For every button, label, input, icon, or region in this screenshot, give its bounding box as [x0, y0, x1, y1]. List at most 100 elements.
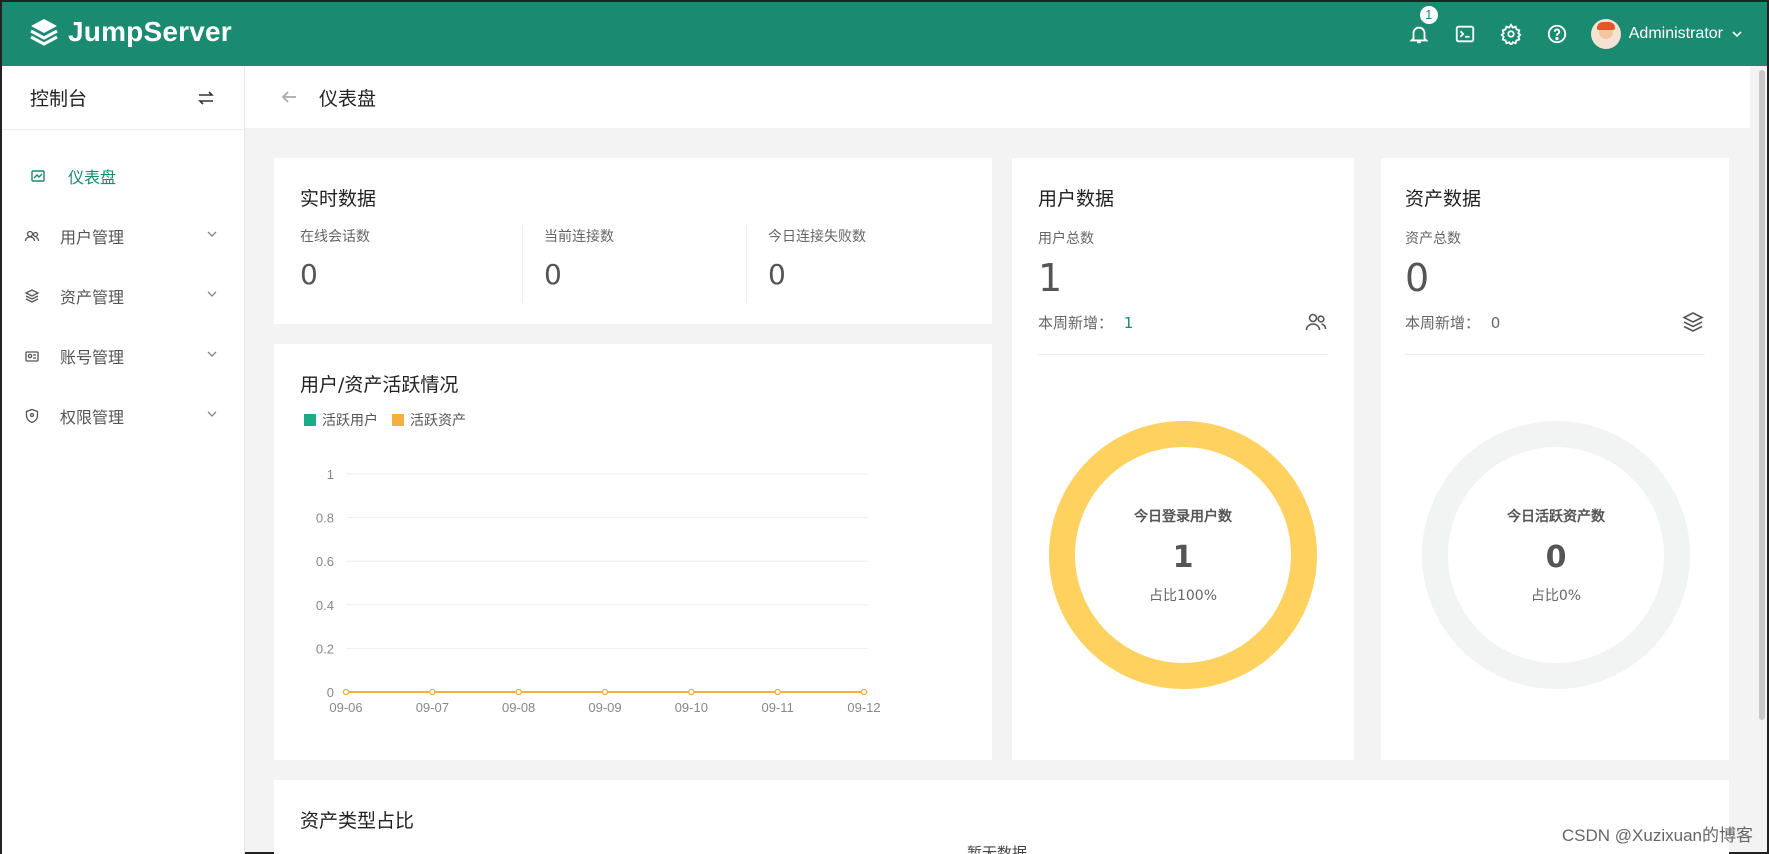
asset-total-value: 0: [1405, 256, 1430, 300]
sidebar-item-assets[interactable]: 资产管理: [2, 266, 244, 326]
chevron-down-icon: [207, 231, 217, 237]
stat-current-connections: 当前连接数 0: [544, 226, 744, 304]
asset-types-title: 资产类型占比: [300, 810, 415, 832]
asset-active-donut: 今日活跃资产数 0 占比0%: [1421, 420, 1691, 690]
jumpserver-logo-icon: [30, 19, 58, 46]
back-arrow-icon[interactable]: [279, 87, 299, 107]
users-icon: [24, 228, 40, 244]
asset-data-title: 资产数据: [1405, 188, 1482, 210]
stat-value: 0: [768, 258, 786, 291]
donut-percent: 占比100%: [1148, 587, 1218, 604]
chevron-down-icon: [207, 291, 217, 297]
user-data-title: 用户数据: [1038, 188, 1115, 210]
stat-label: 今日连接失败数: [768, 229, 866, 245]
stat-label: 当前连接数: [544, 229, 614, 245]
page-title: 仪表盘: [319, 87, 377, 110]
sidebar-item-label: 权限管理: [60, 408, 125, 427]
dashboard-icon: [30, 168, 46, 184]
brand-name: JumpServer: [68, 16, 232, 47]
user-weekly-value: 1: [1123, 314, 1134, 332]
x-tick-label: 09-09: [588, 700, 621, 715]
x-tick-label: 09-11: [762, 700, 794, 715]
settings-button[interactable]: [1499, 22, 1523, 46]
realtime-title: 实时数据: [300, 188, 377, 210]
stat-label: 在线会话数: [300, 229, 370, 245]
x-tick-label: 09-12: [847, 700, 880, 715]
gear-icon: [1500, 23, 1522, 45]
switch-view-icon[interactable]: [196, 88, 216, 108]
data-point: [688, 688, 695, 696]
account-icon: [24, 348, 40, 364]
asset-types-card: 资产类型占比 暂无数据: [274, 780, 1729, 854]
x-tick-label: 09-08: [502, 700, 535, 715]
y-tick-label: 0: [327, 685, 334, 700]
notification-button[interactable]: 1: [1407, 4, 1440, 46]
logo[interactable]: JumpServer: [28, 16, 232, 48]
stat-value: 0: [544, 258, 562, 291]
donut-label: 今日登录用户数: [1134, 508, 1232, 525]
data-point: [774, 688, 781, 696]
asset-weekly-row: 本周新增： 0: [1405, 314, 1501, 332]
data-point: [429, 688, 436, 696]
sidebar-item-users[interactable]: 用户管理: [2, 206, 244, 266]
layers-icon: [24, 288, 40, 304]
page-scrollbar[interactable]: [1759, 70, 1765, 720]
data-point: [860, 688, 868, 696]
user-menu[interactable]: Administrator: [1590, 19, 1743, 49]
sidebar: 控制台 仪表盘 用户管理 资产管理 账号管理 权限管理: [2, 66, 245, 854]
y-tick-label: 0.2: [316, 641, 334, 656]
donut-label: 今日活跃资产数: [1507, 508, 1605, 525]
sidebar-item-permissions[interactable]: 权限管理: [2, 386, 244, 446]
stat-failed-connections: 今日连接失败数 0: [768, 226, 968, 304]
asset-data-card: 资产数据 资产总数 0 本周新增： 0 今日活跃资产数 0 占比0%: [1381, 158, 1729, 760]
sidebar-item-accounts[interactable]: 账号管理: [2, 326, 244, 386]
watermark: CSDN @Xuzixuan的博客: [1561, 826, 1753, 845]
x-tick-label: 09-10: [675, 700, 708, 715]
layers-icon: [1682, 312, 1704, 332]
x-tick-label: 09-06: [329, 700, 362, 715]
realtime-card: 实时数据 在线会话数 0 当前连接数 0 今日连接失败数 0: [274, 158, 992, 324]
help-button[interactable]: [1545, 22, 1569, 46]
user-data-card: 用户数据 用户总数 1 本周新增： 1 今日登录用户数 1 占比100%: [1012, 158, 1354, 760]
top-bar: JumpServer 1 Administrator: [2, 2, 1767, 66]
sidebar-item-label: 仪表盘: [68, 168, 117, 187]
sidebar-item-label: 资产管理: [60, 288, 125, 307]
terminal-icon: [1455, 25, 1474, 43]
y-tick-label: 0.4: [316, 598, 334, 613]
users-icon: [1305, 313, 1327, 331]
shield-icon: [24, 408, 40, 424]
y-tick-label: 0.6: [316, 554, 334, 569]
data-point: [342, 688, 350, 696]
notification-badge: 1: [1417, 4, 1440, 26]
y-tick-label: 0.8: [316, 511, 334, 526]
username: Administrator: [1628, 25, 1723, 42]
user-login-donut: 今日登录用户数 1 占比100%: [1048, 420, 1318, 690]
donut-value: 1: [1172, 539, 1194, 575]
sidebar-item-dashboard[interactable]: 仪表盘: [2, 146, 244, 206]
chevron-down-icon: [207, 411, 217, 417]
sidebar-header: 控制台: [2, 66, 244, 130]
web-terminal-button[interactable]: [1453, 22, 1477, 46]
user-weekly-row: 本周新增： 1: [1038, 314, 1134, 332]
asset-total-label: 资产总数: [1405, 231, 1461, 247]
activity-card: 用户/资产活跃情况 活跃用户 活跃资产 0 0.2 0.4 0.6 0.8 1 09-06 0…: [274, 344, 992, 760]
stat-value: 0: [300, 258, 318, 291]
bell-icon: [1409, 26, 1429, 44]
stat-online-sessions: 在线会话数 0: [300, 226, 520, 304]
sidebar-title: 控制台: [30, 88, 88, 110]
asset-weekly-value: 0: [1490, 314, 1501, 332]
chevron-down-icon: [1732, 31, 1742, 38]
donut-value: 0: [1545, 539, 1567, 575]
sidebar-item-label: 账号管理: [60, 348, 125, 367]
chevron-down-icon: [207, 351, 217, 357]
help-icon: [1547, 24, 1566, 44]
user-total-label: 用户总数: [1038, 231, 1094, 247]
data-point: [601, 688, 609, 696]
activity-line-chart: 0 0.2 0.4 0.6 0.8 1 09-06 09-07 09-08 09-09 09-10 0…: [316, 467, 881, 715]
avatar: [1590, 19, 1621, 49]
y-tick-label: 1: [327, 467, 334, 482]
sidebar-item-label: 用户管理: [60, 228, 125, 247]
x-tick-label: 09-07: [416, 700, 449, 715]
page-header: 仪表盘: [245, 66, 1750, 128]
data-point: [515, 688, 522, 696]
